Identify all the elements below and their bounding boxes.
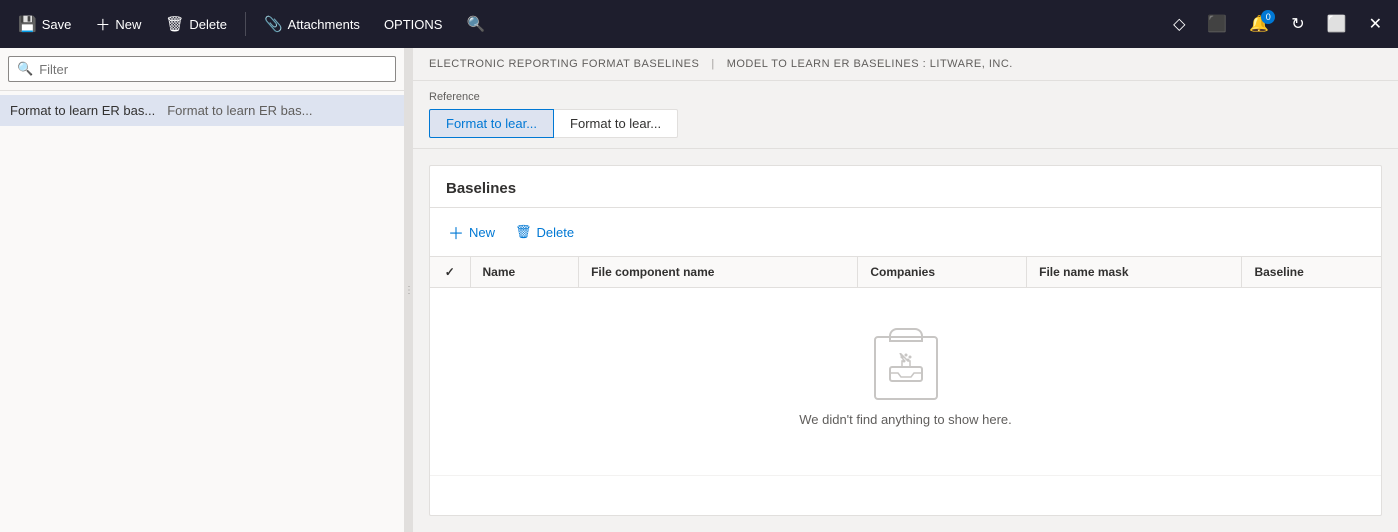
baselines-title: Baselines <box>430 166 1381 208</box>
col-name: Name <box>470 257 579 288</box>
content-area: ELECTRONIC REPORTING FORMAT BASELINES | … <box>413 48 1398 532</box>
baselines-toolbar: ＋ New 🗑 Delete <box>430 208 1381 257</box>
refresh-button[interactable]: ↻ <box>1283 8 1312 40</box>
reference-label: Reference <box>429 91 1382 103</box>
save-icon: 💾 <box>18 15 37 33</box>
baselines-delete-button[interactable]: 🗑 Delete <box>513 220 576 244</box>
breadcrumb-left: ELECTRONIC REPORTING FORMAT BASELINES <box>429 58 699 70</box>
col-companies: Companies <box>858 257 1027 288</box>
delete-icon: 🗑 <box>515 224 532 240</box>
reference-tabs: Format to lear... Format to lear... <box>429 109 1382 138</box>
close-button[interactable]: ✕ <box>1361 8 1390 40</box>
title-bar: 💾 Save ＋ New 🗑 Delete 📎 Attachments OPTI… <box>0 0 1398 48</box>
separator <box>245 12 246 36</box>
sidebar-list: Format to learn ER bas... Format to lear… <box>0 91 404 532</box>
breadcrumb: ELECTRONIC REPORTING FORMAT BASELINES | … <box>413 48 1398 81</box>
main-layout: 🔍 Format to learn ER bas... Format to le… <box>0 48 1398 532</box>
col-file-component: File component name <box>579 257 858 288</box>
sidebar-item-primary: Format to learn ER bas... <box>10 103 155 118</box>
col-file-name-mask: File name mask <box>1027 257 1242 288</box>
reference-tab-2[interactable]: Format to lear... <box>554 109 678 138</box>
sidebar-item-secondary: Format to learn ER bas... <box>167 103 312 118</box>
title-bar-right: ◇ ⬛ 🔔 0 ↻ ⬜ ✕ <box>1165 8 1390 40</box>
attachment-icon: 📎 <box>264 15 283 33</box>
reference-tab-1[interactable]: Format to lear... <box>429 109 554 138</box>
filter-input[interactable] <box>39 62 387 77</box>
empty-state-row: We didn't find anything to show here. <box>430 288 1381 476</box>
plus-icon: ＋ <box>95 14 110 35</box>
empty-state-cell: We didn't find anything to show here. <box>430 288 1381 476</box>
baselines-table-wrap: ✓ Name File component name Companies Fil… <box>430 257 1381 515</box>
list-item[interactable]: Format to learn ER bas... Format to lear… <box>0 95 404 126</box>
breadcrumb-right: MODEL TO LEARN ER BASELINES : LITWARE, I… <box>727 58 1013 70</box>
baselines-new-button[interactable]: ＋ New <box>446 216 497 248</box>
filter-input-wrap[interactable]: 🔍 <box>8 56 396 82</box>
new-button[interactable]: ＋ New <box>85 8 151 41</box>
search-icon: 🔍 <box>466 15 485 33</box>
sidebar: 🔍 Format to learn ER bas... Format to le… <box>0 48 405 532</box>
notification-button[interactable]: 🔔 0 <box>1241 8 1277 40</box>
notification-badge: 0 <box>1261 10 1275 24</box>
attachments-button[interactable]: 📎 Attachments <box>254 9 370 39</box>
options-button[interactable]: OPTIONS <box>374 11 453 38</box>
empty-message: We didn't find anything to show here. <box>799 412 1012 427</box>
empty-icon <box>874 336 938 400</box>
baselines-table: ✓ Name File component name Companies Fil… <box>430 257 1381 476</box>
search-button[interactable]: 🔍 <box>456 9 495 39</box>
table-header-row: ✓ Name File component name Companies Fil… <box>430 257 1381 288</box>
expand-button[interactable]: ⬜ <box>1319 8 1355 40</box>
office-icon-button[interactable]: ⬛ <box>1199 8 1235 40</box>
col-check: ✓ <box>430 257 470 288</box>
col-baseline: Baseline <box>1242 257 1381 288</box>
content-inner: Baselines ＋ New 🗑 Delete <box>413 149 1398 532</box>
save-button[interactable]: 💾 Save <box>8 9 81 39</box>
resize-handle[interactable]: ⋮ <box>405 48 413 532</box>
diamond-icon-button[interactable]: ◇ <box>1165 8 1193 40</box>
breadcrumb-separator: | <box>711 58 714 70</box>
plus-icon: ＋ <box>448 220 464 244</box>
reference-section: Reference Format to lear... Format to le… <box>413 81 1398 149</box>
delete-icon: 🗑 <box>165 15 184 33</box>
filter-icon: 🔍 <box>17 61 33 77</box>
baselines-card: Baselines ＋ New 🗑 Delete <box>429 165 1382 516</box>
filter-bar: 🔍 <box>0 48 404 91</box>
empty-state: We didn't find anything to show here. <box>442 296 1369 467</box>
delete-button[interactable]: 🗑 Delete <box>155 9 237 39</box>
